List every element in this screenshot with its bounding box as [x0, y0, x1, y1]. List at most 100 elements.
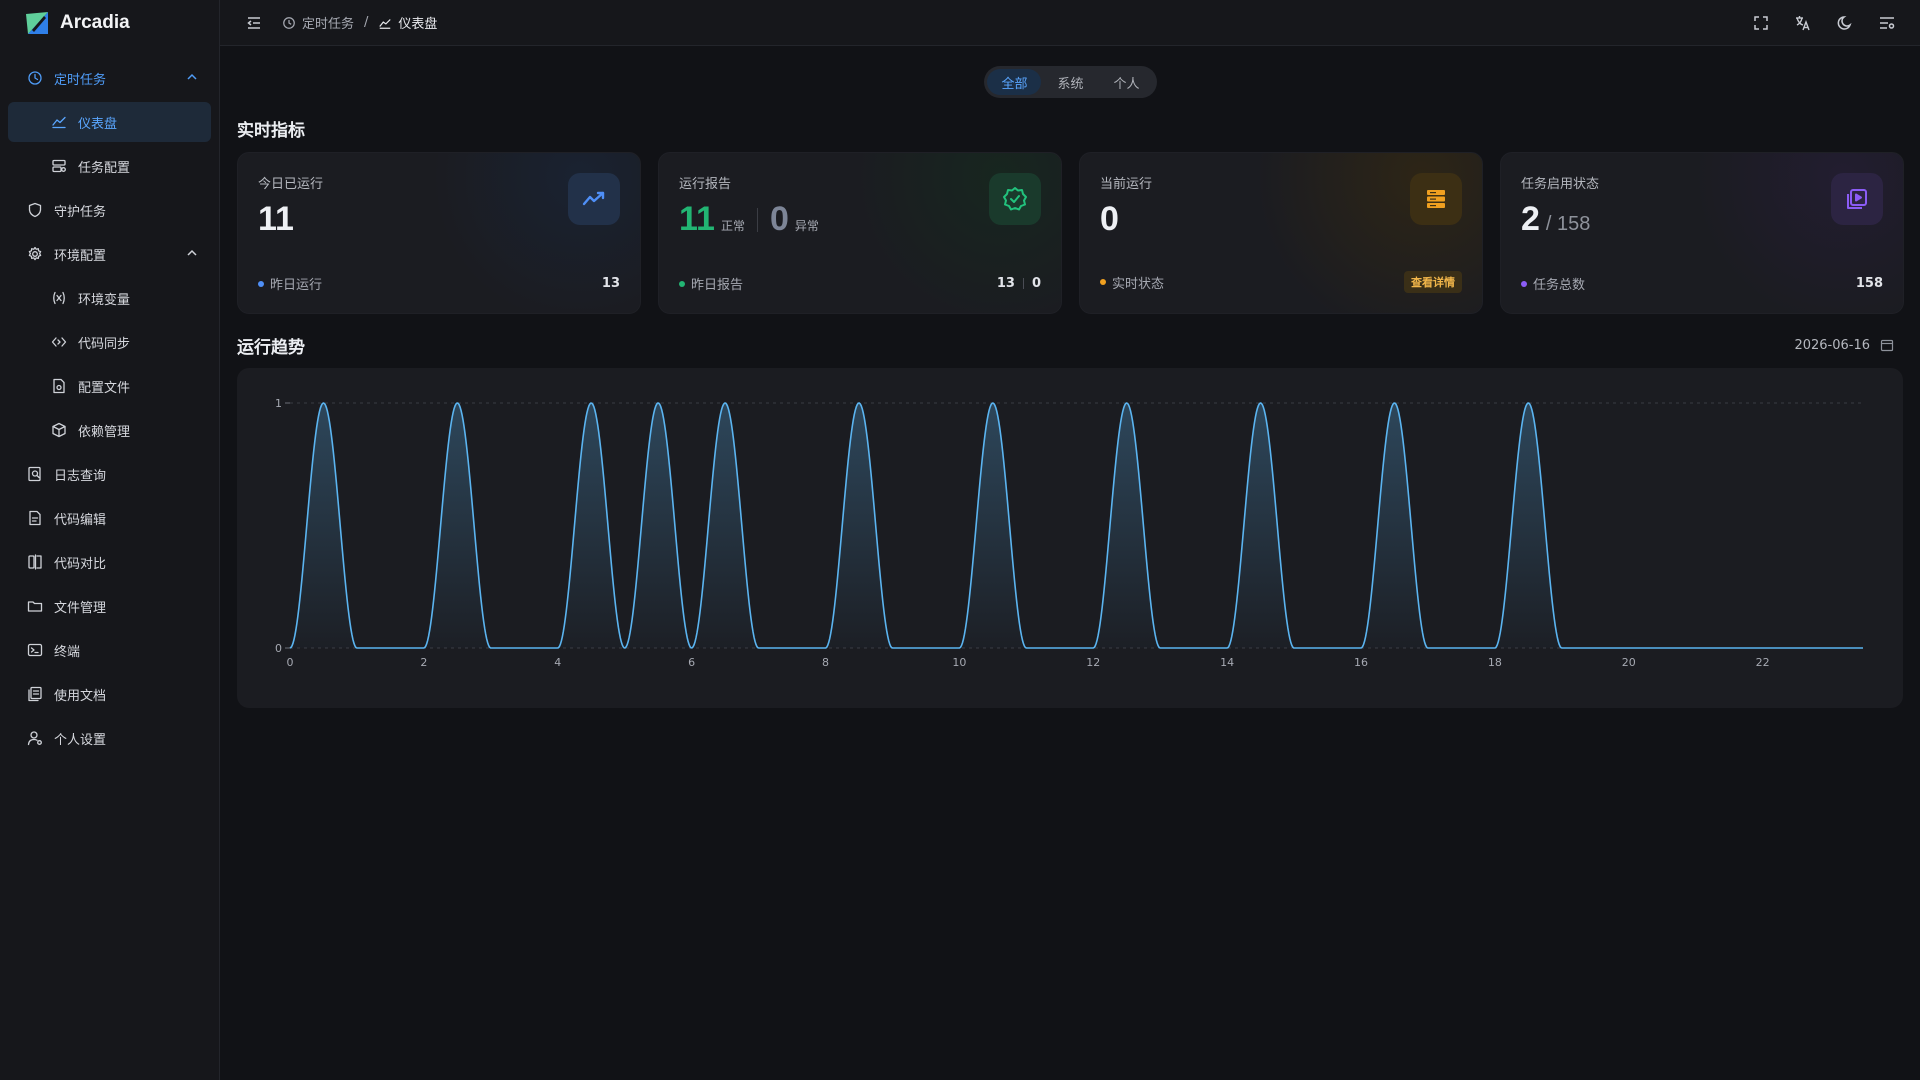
filter-personal-button[interactable]: 个人: [1100, 69, 1154, 95]
filter-all-button[interactable]: 全部: [987, 69, 1042, 95]
diff-icon: [26, 553, 44, 571]
sidebar-item-label: 守护任务: [54, 204, 107, 220]
y-tick-label: 0: [275, 642, 282, 655]
report-err-unit: 异常: [794, 219, 819, 233]
breadcrumb-item-tasks[interactable]: 定时任务: [282, 13, 354, 32]
sidebar-item-env-variables[interactable]: 环境变量: [8, 278, 211, 318]
variable-icon: [50, 289, 68, 307]
package-icon: [50, 421, 68, 439]
trend-up-icon: [568, 173, 620, 225]
sidebar-item-label: 环境配置: [54, 248, 107, 264]
menu-collapse-icon[interactable]: [244, 13, 264, 33]
x-tick-label: 16: [1354, 656, 1368, 669]
sidebar-item-guard-tasks[interactable]: 守护任务: [8, 190, 211, 230]
sidebar-item-label: 代码编辑: [54, 512, 107, 528]
sidebar-item-code-sync[interactable]: 代码同步: [8, 322, 211, 362]
divider: [756, 207, 758, 232]
gear-icon: [26, 245, 44, 263]
current-running-card: 当前运行 0 实时状态 查看详情: [1079, 152, 1483, 314]
report-ok-value: 11: [679, 200, 715, 238]
sidebar-item-file-manager[interactable]: 文件管理: [8, 586, 211, 626]
brand[interactable]: Arcadia: [0, 0, 219, 46]
sidebar-item-config-files[interactable]: 配置文件: [8, 366, 211, 406]
view-details-button[interactable]: 查看详情: [1404, 271, 1462, 293]
sidebar-item-log-query[interactable]: 日志查询: [8, 454, 211, 494]
sidebar-item-label: 文件管理: [54, 600, 107, 616]
current-running-value: 0: [1100, 200, 1119, 238]
sidebar-item-docs[interactable]: 使用文档: [8, 674, 211, 714]
x-tick-label: 20: [1622, 656, 1636, 669]
x-tick-label: 2: [420, 656, 427, 669]
status-dot: [679, 280, 685, 287]
status-dot: [1521, 280, 1527, 287]
trend-title: 运行趋势: [237, 338, 305, 358]
moon-icon[interactable]: [1835, 13, 1855, 33]
server-config-icon: [50, 157, 68, 175]
x-tick-label: 12: [1086, 656, 1100, 669]
main-area: 定时任务 / 仪表盘 全部 系统 个人 实时指标 今日已运行 11 昨日运行 1…: [220, 0, 1920, 1080]
yesterday-run-value: 13: [601, 276, 620, 291]
x-tick-label: 4: [554, 656, 561, 669]
clock-icon: [283, 16, 295, 29]
calendar-icon: [1880, 339, 1894, 352]
card-label: 运行报告: [679, 177, 732, 192]
filter-system-button[interactable]: 系统: [1043, 69, 1097, 95]
shield-refresh-icon: [26, 201, 44, 219]
x-tick-label: 10: [952, 656, 966, 669]
sidebar-item-label: 任务配置: [78, 160, 131, 176]
breadcrumb: 定时任务 / 仪表盘: [282, 13, 437, 32]
sidebar-item-dashboard[interactable]: 仪表盘: [8, 102, 211, 142]
sidebar-item-code-diff[interactable]: 代码对比: [8, 542, 211, 582]
breadcrumb-separator: /: [364, 15, 369, 30]
series-area: [290, 403, 1863, 648]
card-label: 任务启用状态: [1521, 177, 1600, 192]
arcadia-logo: [26, 12, 48, 34]
today-run-card: 今日已运行 11 昨日运行 13: [237, 152, 641, 314]
code-edit-icon: [26, 509, 44, 527]
trend-chart-svg: 010 2 4 6 8 10 12 14 16 18 20 22: [275, 397, 1863, 669]
chevron-up-icon[interactable]: [185, 70, 199, 84]
date-picker[interactable]: 2026-06-16: [1794, 338, 1904, 353]
folder-icon: [26, 597, 44, 615]
enabled-value: 2: [1521, 200, 1540, 238]
sidebar-item-dependencies[interactable]: 依赖管理: [8, 410, 211, 450]
sidebar-item-env-config[interactable]: 环境配置: [8, 234, 211, 274]
fullscreen-icon[interactable]: [1751, 13, 1771, 33]
run-report-card: 运行报告 11 正常 0 异常 昨日报告 13 0: [658, 152, 1062, 314]
x-tick-label: 8: [822, 656, 829, 669]
x-tick-label: 22: [1756, 656, 1770, 669]
sidebar-item-terminal[interactable]: 终端: [8, 630, 211, 670]
play-library-icon: [1831, 173, 1883, 225]
sidebar-item-label: 代码同步: [78, 336, 131, 352]
sidebar-item-personal-settings[interactable]: 个人设置: [8, 718, 211, 758]
chevron-up-icon[interactable]: [185, 246, 199, 260]
user-settings-icon: [26, 729, 44, 747]
task-enabled-card: 任务启用状态 2 / 158 任务总数 158: [1500, 152, 1904, 314]
sidebar-item-label: 定时任务: [54, 72, 107, 88]
report-err-value: 0: [769, 200, 789, 238]
total-tasks-value: 158: [1855, 276, 1883, 291]
log-search-icon: [26, 465, 44, 483]
docs-icon: [26, 685, 44, 703]
sidebar-item-task-config[interactable]: 任务配置: [8, 146, 211, 186]
sidebar-item-label: 终端: [54, 644, 81, 660]
trend-chart: 0 1 0 2 4 6 8 10 12 14 16 18 20 22: [237, 368, 1903, 708]
card-label: 今日已运行: [258, 177, 324, 192]
settings-panel-icon[interactable]: [1877, 13, 1897, 33]
sidebar-item-label: 依赖管理: [78, 424, 131, 440]
sidebar-item-timed-tasks[interactable]: 定时任务: [8, 58, 211, 98]
sidebar: Arcadia 定时任务仪表盘任务配置守护任务环境配置环境变量代码同步配置文件依…: [0, 0, 220, 1080]
report-ok-unit: 正常: [720, 219, 745, 233]
sidebar-item-label: 仪表盘: [78, 116, 118, 132]
x-tick-label: 14: [1220, 656, 1234, 669]
server-stack-icon: [1410, 173, 1462, 225]
breadcrumb-item-dashboard: 仪表盘: [378, 13, 437, 32]
today-run-value: 11: [258, 200, 294, 238]
y-tick-label: 1: [275, 397, 282, 410]
sidebar-item-code-editor[interactable]: 代码编辑: [8, 498, 211, 538]
topbar: 定时任务 / 仪表盘: [220, 0, 1920, 46]
x-tick-label: 18: [1488, 656, 1502, 669]
metrics-title: 实时指标: [237, 121, 305, 141]
status-dot: [258, 280, 264, 287]
translate-icon[interactable]: [1793, 13, 1813, 33]
